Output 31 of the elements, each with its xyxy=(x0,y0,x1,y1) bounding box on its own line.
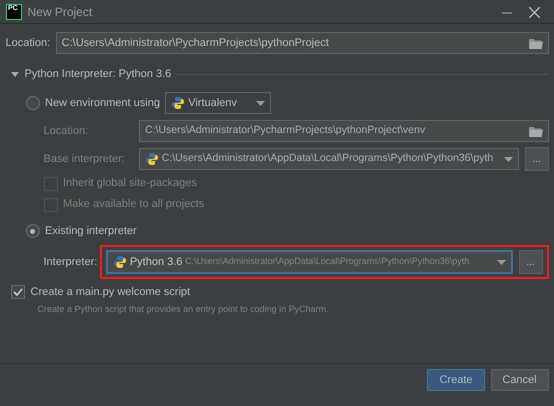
close-icon xyxy=(529,6,540,18)
folder-icon[interactable] xyxy=(528,126,542,136)
browse-button[interactable]: ... xyxy=(518,250,542,274)
radio-button[interactable] xyxy=(26,96,40,110)
python-icon xyxy=(113,255,128,269)
field-label: Location: xyxy=(44,124,90,139)
python-icon xyxy=(171,96,186,110)
description-text: Create a Python script that provides an entry point to coding in PyCharm. xyxy=(38,303,329,316)
section-title: Python Interpreter: Python 3.6 xyxy=(24,66,172,82)
folder-icon[interactable] xyxy=(528,38,542,48)
checkbox-label: Create a main.py welcome script xyxy=(30,284,190,300)
radio-button[interactable] xyxy=(26,224,40,238)
dropdown-caret-icon xyxy=(504,156,513,162)
location-field[interactable]: C:\Users\Administrator\PycharmProjects\pythonProject xyxy=(56,32,548,54)
python-icon xyxy=(145,152,159,166)
tool-dropdown[interactable]: Virtualenv xyxy=(165,92,272,114)
field-label: Interpreter: xyxy=(44,254,98,270)
checkbox[interactable] xyxy=(11,285,25,299)
window-title: New Project xyxy=(28,4,94,20)
interpreter-dropdown[interactable]: Python 3.6 C:\Users\Administrator\AppData\Local\Programs\Python\Python36\pyth xyxy=(106,250,513,274)
field-label: Base interpreter: xyxy=(44,152,126,167)
create-button[interactable]: Create xyxy=(427,369,485,391)
location-label: Location: xyxy=(6,36,50,51)
dropdown-caret-icon xyxy=(497,260,506,264)
dropdown-caret-icon xyxy=(256,100,266,106)
collapse-triangle-icon[interactable] xyxy=(11,72,19,76)
checkbox-label: Make available to all projects xyxy=(63,197,204,212)
radio-label: New environment using xyxy=(45,96,160,111)
cancel-button[interactable]: Cancel xyxy=(490,369,548,391)
radio-label: Existing interpreter xyxy=(45,224,137,239)
checkbox-label: Inherit global site-packages xyxy=(63,176,197,192)
